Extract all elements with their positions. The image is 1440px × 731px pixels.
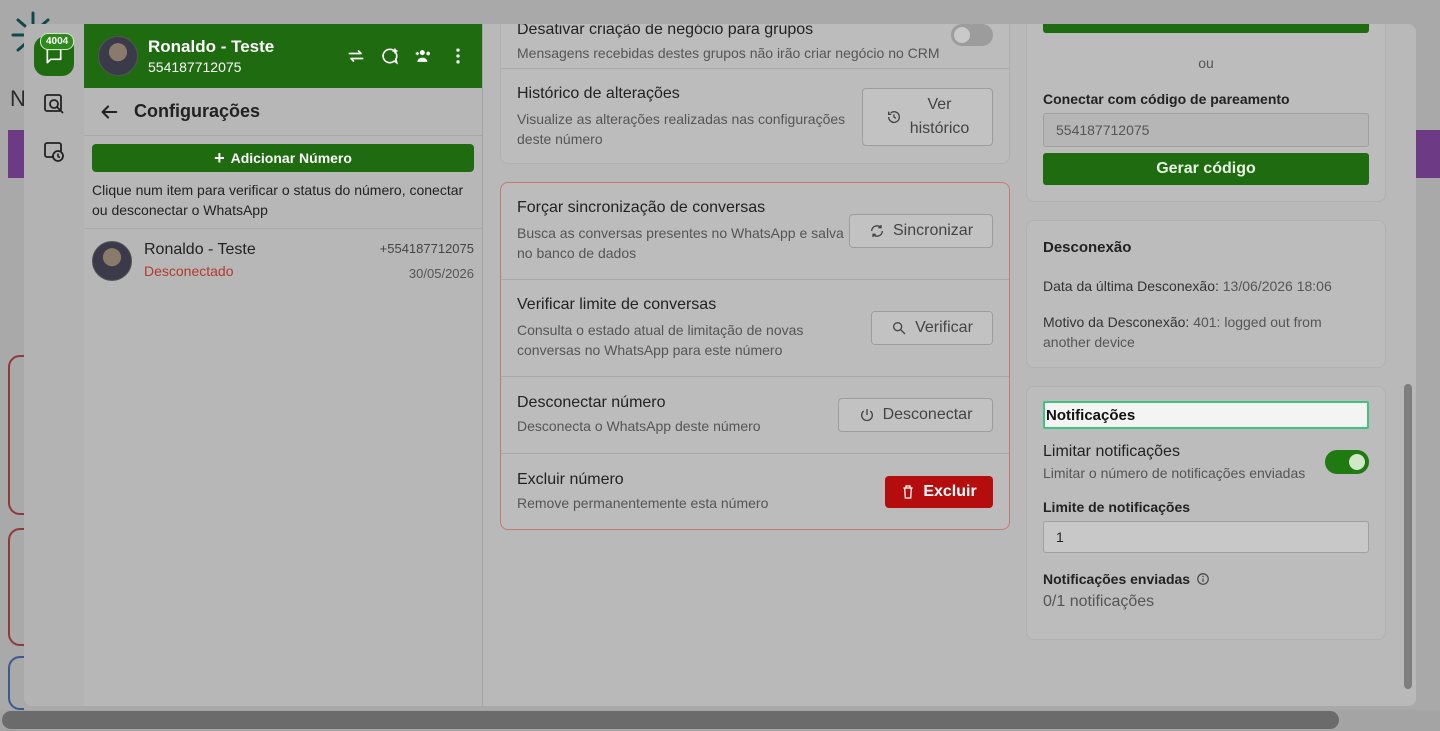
view-history-label-1: Ver [927, 96, 952, 113]
generate-code-button[interactable]: Gerar código [1043, 153, 1369, 185]
contact-header: Ronaldo - Teste 554187712075 [84, 24, 482, 88]
avatar [92, 241, 132, 281]
add-number-label: Adicionar Número [230, 150, 352, 166]
disable-group-deals-toggle[interactable] [951, 24, 993, 46]
config-title-bar: Configurações [84, 88, 482, 136]
disconnection-title: Desconexão [1043, 239, 1132, 256]
search-chat-icon[interactable] [42, 92, 66, 116]
plus-icon: + [214, 147, 225, 168]
sync-button[interactable]: Sincronizar [849, 214, 993, 248]
disconnection-reason: Motivo da Desconexão: 401: logged out fr… [1043, 312, 1369, 352]
contact-name: Ronaldo - Teste [148, 37, 275, 56]
setting-title: Verificar limite de conversas [517, 296, 717, 313]
limit-notifications-row: Limitar notificações Limitar o número de… [1043, 443, 1369, 481]
pairing-code-label: Conectar com código de pareamento [1043, 91, 1290, 107]
connection-card: ou Conectar com código de pareamento 554… [1026, 24, 1386, 202]
notifications-sent-header: Notificações enviadas [1043, 571, 1369, 587]
background-card [8, 528, 24, 646]
setting-description: Visualize as alterações realizadas nas c… [517, 111, 846, 147]
setting-description: Busca as conversas presentes no WhatsApp… [517, 225, 844, 261]
notifications-sent-label: Notificações enviadas [1043, 571, 1191, 587]
horizontal-scrollbar[interactable] [2, 711, 1339, 729]
verify-label: Verificar [915, 319, 973, 336]
setting-title: Excluir número [517, 470, 624, 488]
notifications-sent-value: 0/1 notificações [1043, 593, 1155, 610]
connection-column: ou Conectar com código de pareamento 554… [1026, 24, 1386, 706]
number-date: 30/05/2026 [408, 266, 474, 281]
more-options-icon[interactable] [448, 46, 468, 66]
last-disconnection-label: Data da última Desconexão: [1043, 278, 1219, 294]
delete-button[interactable]: Excluir [885, 475, 993, 508]
last-disconnection: Data da última Desconexão: 13/06/2026 18… [1043, 276, 1369, 296]
config-sidebar: Ronaldo - Teste 554187712075 Configuraçõ… [84, 24, 483, 706]
pairing-number-field[interactable]: 554187712075 [1043, 113, 1369, 147]
add-group-icon[interactable] [414, 46, 434, 66]
number-list-item[interactable]: Ronaldo - Teste Desconectado +5541877120… [84, 228, 482, 293]
or-separator: ou [1198, 55, 1214, 71]
background-banner-right [1416, 130, 1440, 178]
setting-description: Consulta o estado atual de limitação de … [517, 322, 804, 358]
disconnect-label: Desconectar [882, 406, 973, 423]
disconnect-button[interactable]: Desconectar [838, 398, 993, 432]
setting-title: Forçar sincronização de conversas [517, 199, 766, 216]
info-icon[interactable] [1196, 572, 1210, 586]
delete-label: Excluir [923, 482, 977, 500]
delete-row: Excluir número Remove permanentemente es… [501, 454, 1009, 529]
view-history-label-2: histórico [909, 120, 970, 137]
whatsapp-config-modal: 4004 Ronaldo - Teste 554187712075 Config… [24, 24, 1416, 706]
number-phone: +554187712075 [379, 241, 474, 256]
qr-connect-button[interactable] [1043, 24, 1369, 33]
back-arrow-icon[interactable] [98, 101, 120, 123]
settings-column: Desativar criação de negócio para grupos… [484, 24, 1024, 706]
background-banner [8, 130, 24, 178]
trash-icon [903, 484, 913, 499]
limit-notifications-toggle[interactable] [1325, 450, 1369, 474]
danger-zone-card: Forçar sincronização de conversas Busca … [500, 182, 1010, 530]
settings-card: Desativar criação de negócio para grupos… [500, 24, 1010, 164]
setting-description: Desconecta o WhatsApp deste número [517, 418, 761, 434]
notification-limit-input[interactable]: 1 [1043, 521, 1369, 553]
disable-group-deals-row: Desativar criação de negócio para grupos… [501, 24, 1009, 69]
avatar [98, 36, 138, 76]
notifications-card: Notificações Limitar notificações Limita… [1026, 386, 1386, 640]
setting-description: Mensagens recebidas destes grupos não ir… [517, 44, 940, 61]
add-number-button[interactable]: + Adicionar Número [92, 144, 474, 172]
disconnect-row: Desconectar número Desconecta o WhatsApp… [501, 377, 1009, 454]
setting-title: Desativar criação de negócio para grupos [517, 24, 814, 38]
search-icon [893, 322, 906, 335]
limit-notifications-description: Limitar o número de notificações enviada… [1043, 465, 1306, 481]
disconnection-card: Desconexão Data da última Desconexão: 13… [1026, 220, 1386, 368]
unread-badge: 4004 [40, 33, 75, 50]
history-row: Histórico de alterações Visualize as alt… [501, 69, 1009, 165]
page-title: Configurações [134, 101, 261, 121]
notifications-title: Notificações [1043, 401, 1369, 429]
setting-title: Histórico de alterações [517, 85, 680, 102]
sync-row: Forçar sincronização de conversas Busca … [501, 183, 1009, 280]
status-badge: Desconectado [144, 263, 234, 279]
background-card [8, 355, 24, 515]
setting-title: Desconectar número [517, 394, 666, 411]
power-icon [860, 409, 873, 422]
last-disconnection-value: 13/06/2026 18:06 [1222, 278, 1332, 294]
side-rail: 4004 [24, 24, 84, 706]
view-history-button[interactable]: Ver histórico [862, 88, 993, 146]
background-card [8, 656, 24, 710]
verify-button[interactable]: Verificar [871, 311, 993, 345]
chat-history-icon[interactable] [42, 140, 66, 164]
notification-limit-label: Limite de notificações [1043, 499, 1191, 515]
sync-label: Sincronizar [892, 222, 974, 239]
instruction-text: Clique num item para verificar o status … [92, 182, 464, 218]
contact-number: 554187712075 [148, 59, 242, 75]
sync-icon [870, 225, 883, 237]
transfer-icon[interactable] [346, 46, 366, 66]
history-icon [887, 111, 900, 123]
vertical-scrollbar[interactable] [1404, 384, 1412, 689]
setting-description: Remove permanentemente esta número [517, 494, 769, 511]
verify-row: Verificar limite de conversas Consulta o… [501, 280, 1009, 377]
disconnection-reason-label: Motivo da Desconexão: [1043, 314, 1190, 330]
limit-notifications-title: Limitar notificações [1043, 443, 1180, 460]
number-name: Ronaldo - Teste [144, 241, 256, 258]
new-chat-icon[interactable] [380, 46, 400, 66]
